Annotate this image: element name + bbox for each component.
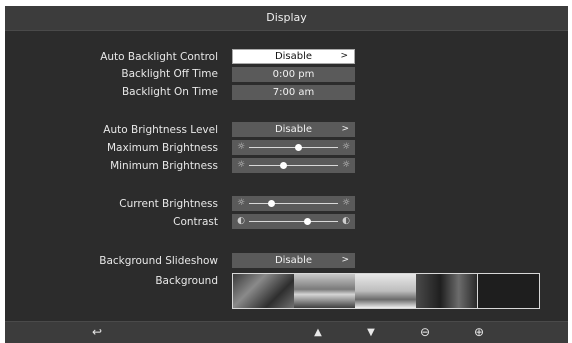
- slider-knob[interactable]: [268, 200, 276, 207]
- display-screen: Display Auto Backlight Control Disable >…: [5, 6, 568, 343]
- slider-knob[interactable]: [294, 144, 302, 151]
- contrast-icon: ◐: [237, 216, 245, 226]
- background-thumbnail[interactable]: [294, 274, 355, 308]
- background-thumbnail[interactable]: [355, 274, 416, 308]
- background-thumbnail-empty[interactable]: [477, 274, 539, 308]
- chevron-right-icon: >: [340, 51, 348, 61]
- auto-brightness-value: Disable: [274, 124, 313, 135]
- minus-icon[interactable]: ⊖: [415, 322, 435, 343]
- sun-large-icon: ☼: [341, 160, 351, 170]
- min-brightness-label: Minimum Brightness: [110, 160, 218, 172]
- chevron-right-icon: >: [341, 124, 349, 134]
- slider-knob[interactable]: [303, 218, 311, 225]
- contrast-slider[interactable]: ◐ ◐: [232, 214, 355, 229]
- backlight-off-label: Backlight Off Time: [121, 68, 218, 80]
- max-brightness-label: Maximum Brightness: [106, 142, 218, 154]
- min-brightness-slider[interactable]: ☼ ☼: [232, 158, 355, 173]
- up-arrow-icon[interactable]: ▲: [308, 322, 328, 343]
- sun-small-icon: ☼: [236, 142, 246, 152]
- bottom-toolbar: ↩ ▲ ▼ ⊖ ⊕: [5, 321, 568, 343]
- slider-knob[interactable]: [279, 162, 287, 169]
- max-brightness-slider[interactable]: ☼ ☼: [232, 140, 355, 155]
- sun-small-icon: ☼: [236, 160, 246, 170]
- sun-large-icon: ☼: [341, 142, 351, 152]
- contrast-icon: ◐: [342, 216, 350, 226]
- background-thumbnails: [232, 273, 540, 309]
- slideshow-select[interactable]: Disable >: [232, 253, 355, 268]
- sun-small-icon: ☼: [236, 198, 246, 208]
- plus-icon[interactable]: ⊕: [469, 322, 489, 343]
- contrast-label: Contrast: [173, 216, 218, 228]
- auto-backlight-value: Disable: [274, 51, 313, 62]
- slider-track: [249, 147, 338, 148]
- slider-track: [249, 203, 338, 204]
- auto-backlight-label: Auto Backlight Control: [100, 51, 218, 63]
- auto-backlight-select[interactable]: Disable >: [232, 49, 355, 64]
- page-title: Display: [5, 6, 568, 31]
- back-icon[interactable]: ↩: [87, 322, 107, 343]
- backlight-off-field[interactable]: 0:00 pm: [232, 67, 355, 82]
- slider-track: [249, 221, 338, 222]
- slideshow-value: Disable: [274, 255, 313, 266]
- slideshow-label: Background Slideshow: [99, 255, 218, 267]
- current-brightness-label: Current Brightness: [119, 198, 218, 210]
- auto-brightness-label: Auto Brightness Level: [103, 124, 218, 136]
- down-arrow-icon[interactable]: ▼: [361, 322, 381, 343]
- background-label: Background: [155, 275, 218, 287]
- background-thumbnail[interactable]: [416, 274, 477, 308]
- background-thumbnail[interactable]: [233, 274, 294, 308]
- backlight-on-field[interactable]: 7:00 am: [232, 85, 355, 100]
- backlight-on-label: Backlight On Time: [121, 86, 218, 98]
- sun-large-icon: ☼: [341, 198, 351, 208]
- auto-brightness-select[interactable]: Disable >: [232, 122, 355, 137]
- current-brightness-slider[interactable]: ☼ ☼: [232, 196, 355, 211]
- chevron-right-icon: >: [341, 255, 349, 265]
- slider-track: [249, 165, 338, 166]
